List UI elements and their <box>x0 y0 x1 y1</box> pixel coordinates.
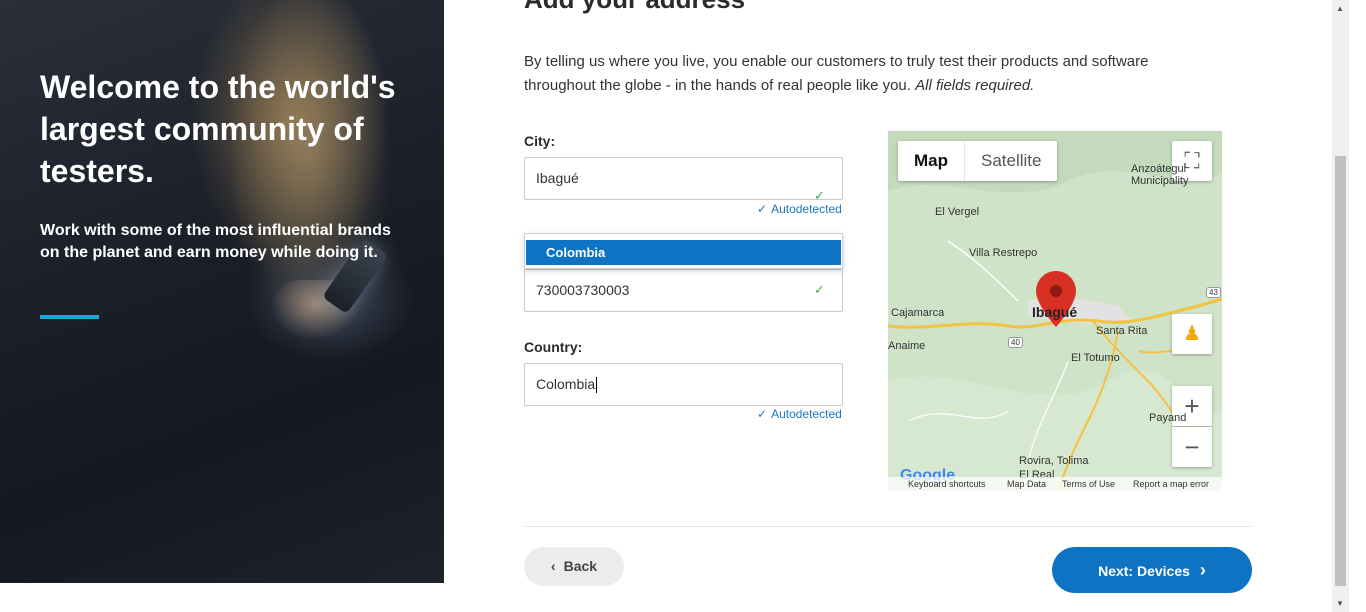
chevron-left-icon: ‹ <box>550 558 556 574</box>
map-label: Cajamarca <box>891 307 945 319</box>
map-type-control: Map Satellite <box>898 141 1058 181</box>
divider <box>524 526 1252 527</box>
map-label: Anaime <box>888 340 926 352</box>
hero-title: Welcome to the world's largest community… <box>40 69 396 189</box>
map-label: Santa Rita <box>1096 325 1148 337</box>
map-label: Villa Restrepo <box>969 247 1038 259</box>
map-label-city: Ibagué <box>1032 304 1078 320</box>
page-scrollbar[interactable]: ▲ ▼ <box>1332 0 1349 612</box>
map-label: El Vergel <box>935 206 980 218</box>
next-label: Next: Devices <box>1098 563 1190 579</box>
country-value: Colombia <box>536 376 596 392</box>
intro-body: By telling us where you live, you enable… <box>524 53 1149 94</box>
hero-subtitle: Work with some of the most influential b… <box>40 222 391 261</box>
city-label: City: <box>524 133 556 149</box>
map-attribution: Keyboard shortcuts Map Data Terms of Use… <box>888 477 1222 491</box>
map[interactable]: Map Satellite ⛶ ♟ + − Anzoátegui Municip… <box>888 131 1222 491</box>
page-title: Add your address <box>524 0 745 15</box>
terms-link[interactable]: Terms of Use <box>1062 477 1115 491</box>
map-label: El Totumo <box>1071 352 1120 364</box>
hero-panel: Welcome to the world's largest community… <box>0 0 444 583</box>
country-status-text: Autodetected <box>771 407 842 421</box>
country-label: Country: <box>524 339 583 355</box>
city-value: Ibagué <box>536 170 579 186</box>
city-autodetected: ✓ Autodetected <box>757 202 842 216</box>
check-icon: ✓ <box>757 407 768 421</box>
map-label: Rovira, Tolima <box>1019 455 1089 467</box>
zoom-out-icon[interactable]: − <box>1172 427 1212 467</box>
city-status-text: Autodetected <box>771 202 842 216</box>
check-icon: ✓ <box>757 202 768 216</box>
scrollbar-thumb[interactable] <box>1335 156 1346 586</box>
map-tab-satellite[interactable]: Satellite <box>965 141 1057 181</box>
map-label: Anzoátegui <box>1131 163 1187 175</box>
postal-code-value: 730003730003 <box>536 282 630 298</box>
autocomplete-dropdown: Colombia <box>524 233 843 269</box>
city-input[interactable]: Ibagué <box>524 157 843 200</box>
postal-code-input[interactable]: 730003730003 <box>524 269 843 312</box>
next-devices-button[interactable]: Next: Devices › <box>1052 547 1252 593</box>
hero-photo <box>170 0 430 420</box>
intro-required: All fields required. <box>915 77 1035 94</box>
chevron-right-icon: › <box>1199 560 1206 580</box>
pegman-icon[interactable]: ♟ <box>1172 314 1212 354</box>
road-shield: 43 <box>1206 287 1221 298</box>
country-input[interactable]: Colombia <box>524 363 843 406</box>
keyboard-shortcuts-link[interactable]: Keyboard shortcuts <box>908 477 986 491</box>
map-label: Payand <box>1149 412 1187 424</box>
postal-check-icon: ✓ <box>814 282 825 297</box>
back-label: Back <box>563 558 598 574</box>
dropdown-option-colombia[interactable]: Colombia <box>526 240 841 265</box>
back-button[interactable]: ‹ Back <box>524 547 624 586</box>
intro-text: By telling us where you live, you enable… <box>524 50 1224 98</box>
map-tab-map[interactable]: Map <box>898 141 965 181</box>
country-autodetected: ✓ Autodetected <box>757 407 842 421</box>
map-label: Municipality <box>1131 175 1189 187</box>
hero-accent-bar <box>40 315 99 319</box>
map-data-link[interactable]: Map Data <box>1007 477 1046 491</box>
scroll-down-icon[interactable]: ▼ <box>1336 599 1344 608</box>
road-shield: 40 <box>1008 337 1023 348</box>
report-error-link[interactable]: Report a map error <box>1133 477 1209 491</box>
scroll-up-icon[interactable]: ▲ <box>1336 4 1344 13</box>
text-cursor <box>596 377 598 394</box>
